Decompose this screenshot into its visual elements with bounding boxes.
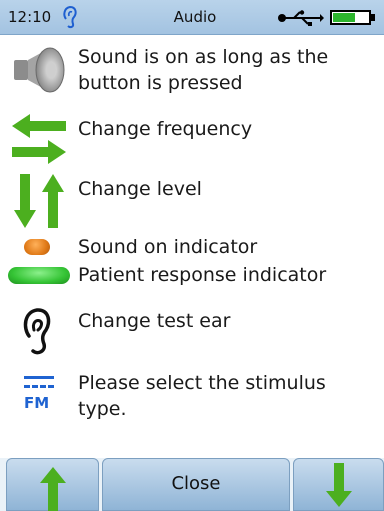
fm-icon: FM	[24, 376, 56, 416]
fm-line-dashed	[24, 385, 54, 388]
ear-icon	[63, 5, 77, 29]
fm-line-top	[24, 376, 54, 379]
help-text: Sound is on as long as the button is pre…	[78, 46, 329, 94]
help-text: Change frequency	[78, 118, 253, 140]
app-title: Audio	[173, 8, 217, 26]
orange-indicator-icon	[24, 239, 50, 255]
help-item-stimulus: FM Please select the stimulus type.	[0, 366, 384, 430]
help-text: Sound on indicator	[78, 236, 258, 258]
help-item-sound: Sound is on as long as the button is pre…	[0, 40, 384, 100]
help-item-sound-on: Sound on indicator	[0, 232, 384, 260]
help-item-level: Change level	[0, 170, 384, 230]
usb-icon	[278, 10, 324, 26]
fm-label: FM	[24, 394, 50, 412]
ear-icon	[23, 308, 51, 355]
help-text: Please select the stimulus type.	[78, 372, 326, 420]
left-right-arrows-icon	[12, 114, 66, 164]
speaker-icon	[14, 47, 65, 93]
scroll-up-button[interactable]	[6, 458, 99, 511]
help-item-patient-response: Patient response indicator	[0, 260, 384, 290]
close-button-label: Close	[171, 473, 221, 494]
up-down-arrows-icon	[14, 174, 64, 228]
status-bar: 12:10 Audio	[0, 0, 384, 35]
help-item-frequency: Change frequency	[0, 106, 384, 168]
help-text: Change level	[78, 178, 202, 200]
footer-bar: Close	[0, 458, 384, 511]
green-indicator-icon	[8, 267, 70, 284]
down-arrow-icon	[326, 463, 352, 507]
clock: 12:10	[8, 8, 52, 26]
close-button[interactable]: Close	[102, 458, 290, 511]
scroll-down-button[interactable]	[293, 458, 384, 511]
battery-icon	[330, 10, 375, 25]
help-text: Patient response indicator	[78, 264, 327, 286]
help-text: Change test ear	[78, 310, 231, 332]
help-item-test-ear: Change test ear	[0, 300, 384, 364]
up-arrow-icon	[40, 467, 66, 511]
